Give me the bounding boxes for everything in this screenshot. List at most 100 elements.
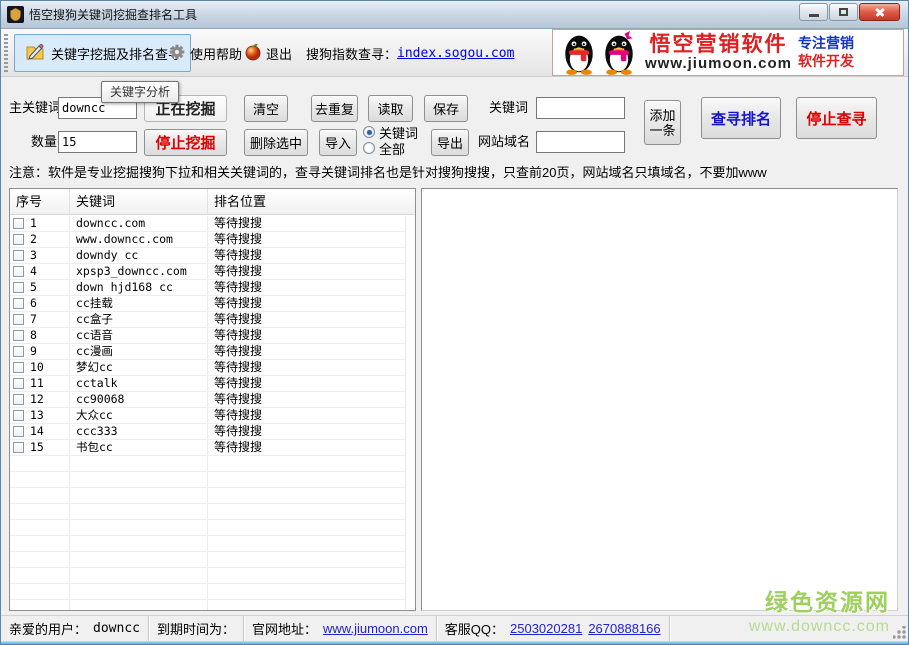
notice-text: 注意：软件是专业挖掘搜狗下拉和相关关键词的，查寻关键词排名也是针对搜狗搜搜，只查… [9, 162, 904, 181]
row-checkbox[interactable] [13, 426, 24, 437]
table-row[interactable]: 9 cc漫画 等待搜搜 [10, 344, 405, 360]
ad-banner[interactable]: 悟空营销软件 www.jiumoon.com 专注营销 软件开发 [552, 29, 904, 76]
resize-grip[interactable] [893, 626, 906, 639]
table-row-empty [10, 568, 405, 584]
row-keyword: cc挂载 [70, 296, 208, 311]
clear-button[interactable]: 清空 [244, 95, 288, 122]
status-filler [670, 616, 908, 641]
site-link[interactable]: www.jiumoon.com [323, 621, 428, 636]
row-rank-status: 等待搜搜 [208, 296, 405, 311]
qq-link-2[interactable]: 2670888166 [588, 621, 660, 636]
maximize-icon [839, 8, 848, 16]
help-label: 使用帮助 [190, 44, 242, 63]
query-keyword-input[interactable] [536, 97, 625, 119]
query-rank-button[interactable]: 查寻排名 [701, 97, 781, 139]
row-checkbox[interactable] [13, 314, 24, 325]
header-rank[interactable]: 排名位置 [208, 189, 415, 214]
row-number: 15 [30, 440, 44, 455]
qq-link-1[interactable]: 2503020281 [510, 621, 582, 636]
app-icon [7, 6, 24, 23]
table-row[interactable]: 12 cc90068 等待搜搜 [10, 392, 405, 408]
vertical-scrollbar[interactable] [405, 216, 414, 609]
radio-all-option[interactable]: 全部 [363, 140, 418, 156]
row-checkbox[interactable] [13, 250, 24, 261]
table-row[interactable]: 3 downdy cc 等待搜搜 [10, 248, 405, 264]
table-row[interactable]: 15 书包cc 等待搜搜 [10, 440, 405, 456]
sogou-index-link[interactable]: index.sogou.com [397, 46, 514, 61]
table-row[interactable]: 5 down hjd168 cc 等待搜搜 [10, 280, 405, 296]
row-keyword: downdy cc [70, 248, 208, 263]
row-checkbox[interactable] [13, 394, 24, 405]
table-row[interactable]: 13 大众cc 等待搜搜 [10, 408, 405, 424]
header-keyword[interactable]: 关键词 [70, 189, 208, 214]
table-row[interactable]: 1 downcc.com 等待搜搜 [10, 216, 405, 232]
window-controls [799, 3, 900, 21]
row-number: 11 [30, 376, 44, 391]
banner-slogans: 专注营销 软件开发 [798, 35, 854, 70]
row-checkbox[interactable] [13, 346, 24, 357]
save-button[interactable]: 保存 [424, 95, 468, 122]
table-row-empty [10, 456, 405, 472]
banner-brand: 悟空营销软件 [649, 34, 787, 56]
table-row[interactable]: 7 cc盒子 等待搜搜 [10, 312, 405, 328]
header-num[interactable]: 序号 [10, 189, 70, 214]
read-button[interactable]: 读取 [368, 95, 413, 122]
table-row-empty [10, 504, 405, 520]
table-row[interactable]: 2 www.downcc.com 等待搜搜 [10, 232, 405, 248]
toolbar: 关键字挖掘及排名查寻 使用帮助 退出 搜狗指数查寻： index.sogou.c… [1, 29, 908, 77]
add-one-line2: 一条 [649, 123, 675, 138]
table-header: 序号 关键词 排名位置 [10, 189, 415, 215]
row-checkbox[interactable] [13, 442, 24, 453]
add-one-button[interactable]: 添加 一条 [644, 100, 681, 145]
row-checkbox[interactable] [13, 218, 24, 229]
help-button[interactable]: 使用帮助 [168, 34, 242, 72]
table-row[interactable]: 4 xpsp3_downcc.com 等待搜搜 [10, 264, 405, 280]
row-checkbox[interactable] [13, 266, 24, 277]
dedupe-button[interactable]: 去重复 [311, 95, 358, 122]
table-row-empty [10, 488, 405, 504]
banner-slogan-2: 软件开发 [798, 53, 854, 71]
row-number: 2 [30, 232, 37, 247]
delete-selected-button[interactable]: 删除选中 [244, 129, 308, 156]
row-keyword: cc语音 [70, 328, 208, 343]
stop-query-button[interactable]: 停止查寻 [796, 97, 877, 139]
keyword-mining-tab-button[interactable]: 关键字挖掘及排名查寻 [14, 34, 191, 72]
exit-label: 退出 [266, 44, 292, 63]
row-checkbox[interactable] [13, 234, 24, 245]
banner-site: www.jiumoon.com [645, 56, 792, 72]
row-checkbox[interactable] [13, 330, 24, 341]
exit-button[interactable]: 退出 [244, 34, 292, 72]
table-row[interactable]: 10 梦幻cc 等待搜搜 [10, 360, 405, 376]
table-row[interactable]: 6 cc挂载 等待搜搜 [10, 296, 405, 312]
row-checkbox[interactable] [13, 410, 24, 421]
results-panel[interactable] [421, 188, 898, 611]
row-checkbox[interactable] [13, 298, 24, 309]
quantity-input[interactable] [58, 131, 137, 153]
site-label: 官网地址： [252, 619, 317, 638]
row-checkbox[interactable] [13, 378, 24, 389]
row-rank-status: 等待搜搜 [208, 312, 405, 327]
maximize-button[interactable] [829, 3, 858, 21]
import-button[interactable]: 导入 [319, 129, 357, 156]
close-button[interactable] [859, 3, 900, 21]
close-icon [874, 6, 886, 18]
status-qq: 客服QQ： 2503020281 2670888166 [437, 616, 670, 641]
export-scope-radios: 关键词 全部 [363, 124, 418, 156]
row-checkbox[interactable] [13, 362, 24, 373]
row-number: 9 [30, 344, 37, 359]
row-number: 1 [30, 216, 37, 231]
title-bar[interactable]: 悟空搜狗关键词挖掘查排名工具 [1, 1, 908, 29]
export-button[interactable]: 导出 [431, 129, 469, 156]
table-row-empty [10, 472, 405, 488]
row-number: 7 [30, 312, 37, 327]
toolbar-gripper[interactable] [4, 34, 8, 72]
table-row[interactable]: 8 cc语音 等待搜搜 [10, 328, 405, 344]
domain-input[interactable] [536, 131, 625, 153]
row-checkbox[interactable] [13, 282, 24, 293]
table-row[interactable]: 14 ccc333 等待搜搜 [10, 424, 405, 440]
minimize-button[interactable] [799, 3, 828, 21]
row-number: 4 [30, 264, 37, 279]
table-row[interactable]: 11 cctalk 等待搜搜 [10, 376, 405, 392]
stop-mining-button[interactable]: 停止挖掘 [144, 129, 227, 156]
app-window: 悟空搜狗关键词挖掘查排名工具 关键字挖掘及排名查寻 使用帮助 退出 [0, 0, 909, 645]
